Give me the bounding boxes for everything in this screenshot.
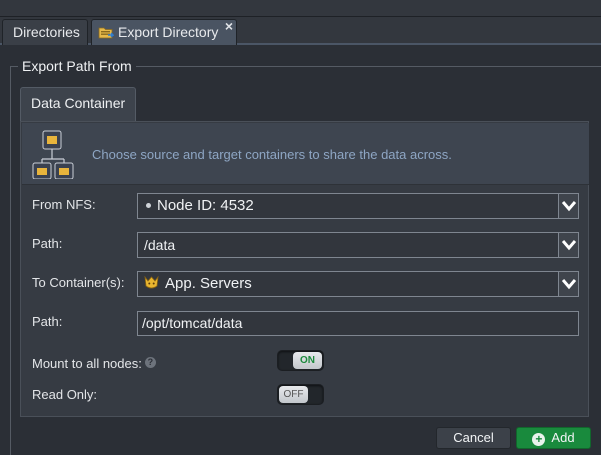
mount-all-label-text: Mount to all nodes:	[32, 356, 142, 371]
read-only-toggle-state: OFF	[279, 386, 308, 403]
to-containers-dropdown-trigger[interactable]	[558, 271, 579, 297]
window-top-strip	[0, 0, 601, 17]
node-bullet-icon	[146, 202, 151, 208]
chevron-down-icon	[562, 279, 576, 290]
add-button-label: Add	[551, 430, 575, 445]
data-container-panel: Choose source and target containers to s…	[20, 121, 589, 417]
tab-data-container[interactable]: Data Container	[20, 87, 136, 122]
add-button[interactable]: + Add	[516, 427, 591, 449]
tab-directories-label: Directories	[13, 24, 80, 40]
info-banner: Choose source and target containers to s…	[22, 123, 589, 185]
mount-all-label: Mount to all nodes:?	[32, 356, 156, 371]
mount-all-toggle[interactable]: ON	[277, 350, 324, 371]
target-path-label: Path:	[32, 314, 63, 329]
from-nfs-select[interactable]: Node ID: 4532	[137, 193, 579, 219]
to-containers-label: To Container(s):	[32, 275, 125, 290]
tab-bar: Directories Export Directory ×	[0, 17, 601, 45]
target-path-value: /opt/tomcat/data	[142, 315, 243, 331]
export-directory-icon	[98, 23, 115, 48]
source-path-label: Path:	[32, 236, 63, 251]
cancel-button[interactable]: Cancel	[436, 427, 511, 449]
tab-export-directory-label: Export Directory	[118, 24, 219, 40]
to-containers-value: App. Servers	[165, 275, 252, 292]
close-icon[interactable]: ×	[225, 18, 233, 34]
mount-all-toggle-state: ON	[293, 352, 322, 369]
target-path-input[interactable]: /opt/tomcat/data	[137, 311, 579, 336]
container-tree-icon	[31, 129, 77, 182]
add-icon: +	[532, 433, 546, 446]
banner-text: Choose source and target containers to s…	[92, 147, 452, 162]
app-servers-icon	[144, 274, 159, 298]
from-nfs-label: From NFS:	[32, 197, 96, 212]
fieldset-legend: Export Path From	[18, 58, 136, 74]
from-nfs-dropdown-trigger[interactable]	[558, 193, 579, 219]
read-only-label: Read Only:	[32, 387, 98, 402]
to-containers-select[interactable]: App. Servers	[137, 271, 579, 297]
source-path-select[interactable]: /data	[137, 232, 579, 258]
tab-export-directory[interactable]: Export Directory ×	[91, 18, 237, 48]
from-nfs-value: Node ID: 4532	[157, 197, 254, 214]
chevron-down-icon	[562, 240, 576, 251]
read-only-toggle[interactable]: OFF	[277, 384, 324, 405]
help-icon[interactable]: ?	[144, 357, 156, 368]
tab-directories[interactable]: Directories	[2, 19, 88, 45]
chevron-down-icon	[562, 201, 576, 212]
source-path-value: /data	[144, 237, 176, 253]
source-path-dropdown-trigger[interactable]	[558, 232, 579, 258]
